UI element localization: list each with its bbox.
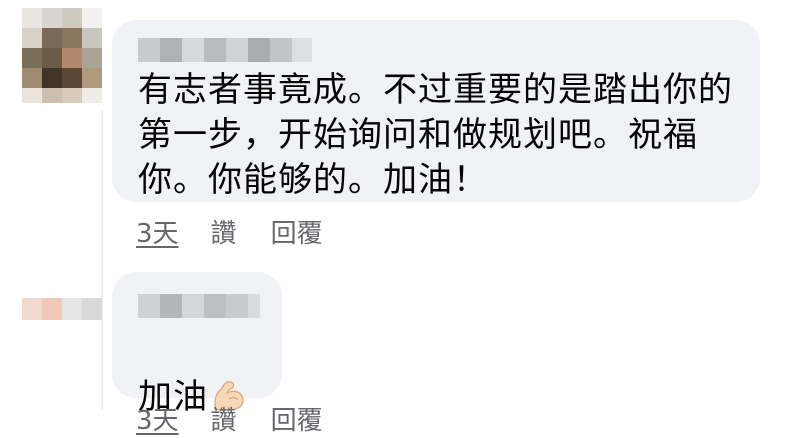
comment-bubble: 加油 (112, 272, 282, 417)
comment-actions: 3天 讚 回覆 (136, 213, 323, 250)
commenter-avatar[interactable] (22, 8, 102, 103)
like-button[interactable]: 讚 (211, 213, 237, 250)
timestamp-link[interactable]: 3天 (136, 400, 179, 437)
comment-text: 有志者事竟成。不过重要的是踏出你的 第一步，开始询问和做规划吧。祝福 你。你能够… (138, 70, 733, 200)
like-button[interactable]: 讚 (211, 400, 237, 437)
comment-actions: 3天 讚 回覆 (136, 400, 323, 437)
reply-button[interactable]: 回覆 (271, 213, 323, 250)
timestamp-link[interactable]: 3天 (136, 213, 179, 250)
commenter-name-blurred[interactable] (138, 294, 260, 318)
commenter-avatar[interactable] (22, 298, 102, 320)
comment-1: 有志者事竟成。不过重要的是踏出你的 第一步，开始询问和做规划吧。祝福 你。你能够… (0, 0, 800, 410)
comment-bubble: 有志者事竟成。不过重要的是踏出你的 第一步，开始询问和做规划吧。祝福 你。你能够… (112, 20, 760, 202)
reply-button[interactable]: 回覆 (271, 400, 323, 437)
commenter-name-blurred[interactable] (138, 38, 312, 62)
comment-2: 加油 3天 讚 回覆 (0, 260, 800, 438)
